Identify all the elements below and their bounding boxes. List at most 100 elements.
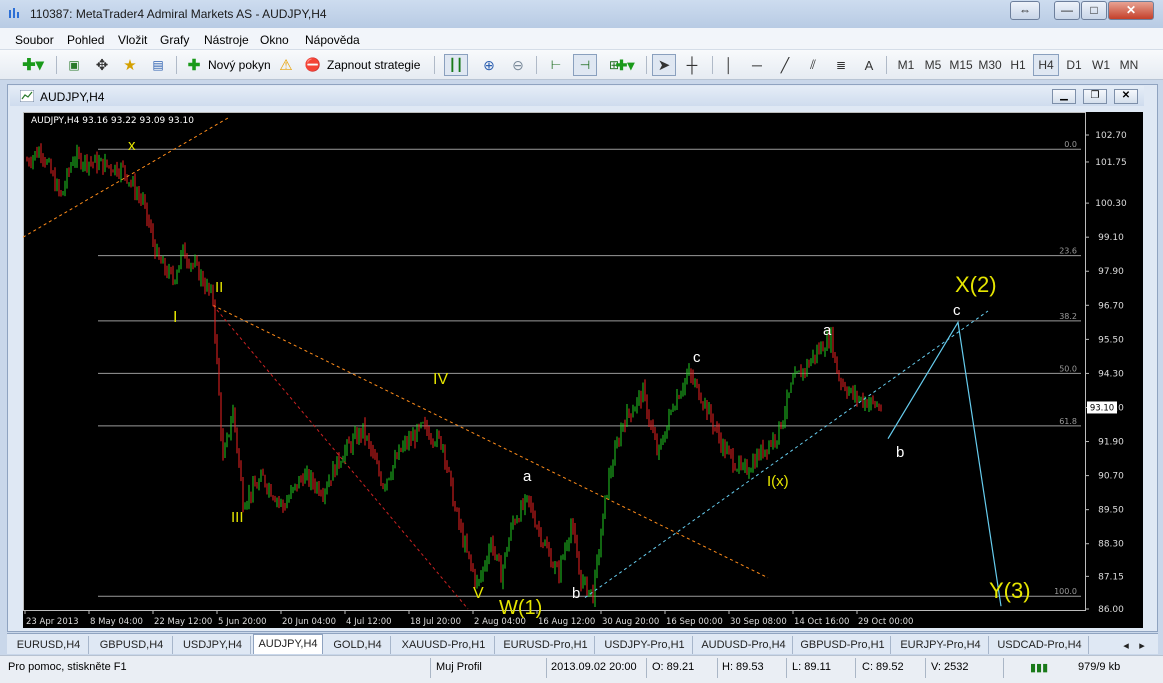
menu-vlozit[interactable]: Vložit (118, 33, 147, 47)
autoscroll-icon[interactable]: ⊣ (573, 54, 597, 76)
wave-label: x (128, 137, 136, 154)
price-tick-label: 87.15 (1098, 572, 1124, 582)
close-button[interactable]: ✕ (1108, 1, 1154, 20)
menu-pohled[interactable]: Pohled (67, 33, 104, 47)
time-tick-label: 20 Jun 04:00 (282, 617, 336, 627)
tab-audjpy-h4[interactable]: AUDJPY,H4 (253, 634, 323, 654)
favorites-star-icon[interactable]: ★ (119, 54, 141, 76)
tab-xauusd-pro-h1[interactable]: XAUUSD-Pro,H1 (393, 636, 495, 654)
autotrading-button[interactable]: Zapnout strategie (327, 58, 420, 72)
indicators-icon[interactable]: ✚▾ (610, 54, 640, 76)
market-watch-icon[interactable]: ▣ (63, 54, 85, 76)
horizontal-line-icon[interactable]: ─ (746, 54, 768, 76)
timeframe-h1[interactable]: H1 (1006, 54, 1030, 76)
vertical-line-icon[interactable]: │ (718, 54, 740, 76)
new-order-button[interactable]: Nový pokyn (208, 58, 271, 72)
time-tick-label: 16 Aug 12:00 (538, 617, 595, 627)
price-tick-label: 97.90 (1098, 267, 1124, 277)
tab-usdjpy-pro-h1[interactable]: USDJPY-Pro,H1 (597, 636, 693, 654)
timeframe-m15[interactable]: M15 (948, 54, 974, 76)
fib-level-label: 100.0 (1054, 587, 1077, 596)
wave-label: IV (433, 371, 448, 388)
chart-shift-icon[interactable]: ⊢ (545, 54, 567, 76)
tab-usdjpy-h4[interactable]: USDJPY,H4 (175, 636, 251, 654)
timeframe-w1[interactable]: W1 (1089, 54, 1113, 76)
new-order-icon[interactable]: ✚ (184, 54, 204, 76)
wave-label: W(1) (499, 597, 542, 619)
menu-grafy[interactable]: Grafy (160, 33, 189, 47)
fib-level-label: 38.2 (1059, 312, 1077, 321)
minimize-button[interactable]: — (1054, 1, 1080, 20)
chart-tabs: EURUSD,H4 GBPUSD,H4 USDJPY,H4 AUDJPY,H4 … (7, 633, 1158, 654)
menu-nastroje[interactable]: Nástroje (204, 33, 249, 47)
trendline-icon[interactable]: ╱ (774, 54, 796, 76)
zoom-out-icon[interactable]: ⊖ (507, 54, 529, 76)
timeframe-m30[interactable]: M30 (977, 54, 1003, 76)
menu-soubor[interactable]: Soubor (15, 33, 54, 47)
tabs-scroll-right-icon[interactable]: ▸ (1135, 636, 1149, 654)
status-datetime: 2013.09.02 20:00 (551, 661, 637, 673)
price-tick-label: 101.75 (1095, 158, 1127, 168)
tab-eurusd-pro-h1[interactable]: EURUSD-Pro,H1 (497, 636, 595, 654)
tab-usdcad-pro-h4[interactable]: USDCAD-Pro,H4 (991, 636, 1089, 654)
tab-gold-h4[interactable]: GOLD,H4 (325, 636, 391, 654)
price-tick-label: 90.70 (1098, 472, 1124, 482)
support-trendline (584, 310, 989, 599)
warning-icon[interactable]: ⚠ (276, 54, 296, 76)
chart-close-button[interactable]: ✕ (1114, 89, 1138, 104)
price-tick-label: 86.00 (1098, 605, 1124, 615)
zoom-in-icon[interactable]: ⊕ (478, 54, 500, 76)
status-open: O: 89.21 (652, 661, 695, 673)
navigator-icon[interactable]: ✥ (91, 54, 113, 76)
fib-level-label: 50.0 (1059, 364, 1077, 373)
status-profile[interactable]: Muj Profil (436, 661, 482, 673)
restore-size-button[interactable]: ⇔ (1010, 1, 1040, 20)
tab-eurjpy-pro-h4[interactable]: EURJPY-Pro,H4 (893, 636, 989, 654)
timeframe-h4[interactable]: H4 (1033, 54, 1059, 76)
wave-label: X(2) (955, 272, 997, 297)
tab-gbpusd-pro-h1[interactable]: GBPUSD-Pro,H1 (795, 636, 891, 654)
tabs-scroll-left-icon[interactable]: ◂ (1119, 636, 1133, 654)
time-tick-label: 4 Jul 12:00 (346, 617, 392, 627)
status-close: C: 89.52 (862, 661, 904, 673)
channel-icon[interactable]: ⫽ (802, 54, 824, 76)
fibonacci-icon[interactable]: ≣ (830, 54, 852, 76)
maximize-button[interactable]: □ (1081, 1, 1107, 20)
new-chart-icon[interactable]: ✚▾ (18, 54, 48, 76)
status-low: L: 89.11 (792, 661, 831, 673)
status-bar: Pro pomoc, stiskněte F1 Muj Profil 2013.… (0, 655, 1163, 683)
price-tick-label: 100.30 (1095, 199, 1127, 209)
menu-okno[interactable]: Okno (260, 33, 289, 47)
fib-level-label: 0.0 (1064, 140, 1077, 149)
menu-napoveda[interactable]: Nápověda (305, 33, 360, 47)
wave-label: a (523, 468, 532, 485)
timeframe-m1[interactable]: M1 (894, 54, 918, 76)
time-tick-label: 5 Jun 20:00 (218, 617, 267, 627)
timeframe-m5[interactable]: M5 (921, 54, 945, 76)
bar-chart-icon[interactable]: ┃┃ (444, 54, 468, 76)
wave-channel-line (212, 304, 469, 610)
cursor-icon[interactable]: ➤ (652, 54, 676, 76)
time-tick-label: 14 Oct 16:00 (794, 617, 849, 627)
chart-restore-button[interactable]: ❐ (1083, 89, 1107, 104)
wave-label: II (215, 279, 223, 296)
time-tick-label: 22 May 12:00 (154, 617, 212, 627)
tab-eurusd-h4[interactable]: EURUSD,H4 (9, 636, 89, 654)
title-bar: 110387: MetaTrader4 Admiral Markets AS -… (0, 0, 1163, 28)
autotrading-icon[interactable]: ⛔ (303, 54, 323, 76)
tab-audusd-pro-h4[interactable]: AUDUSD-Pro,H4 (695, 636, 793, 654)
chart-minimize-button[interactable]: ▁ (1052, 89, 1076, 104)
terminal-icon[interactable]: ▤ (147, 54, 169, 76)
chart-symbol-info: AUDJPY,H4 93.16 93.22 93.09 93.10 (31, 116, 194, 126)
wave-label: c (953, 302, 961, 319)
timeframe-mn[interactable]: MN (1116, 54, 1142, 76)
time-tick-label: 16 Sep 00:00 (666, 617, 723, 627)
window-title: 110387: MetaTrader4 Admiral Markets AS -… (30, 7, 327, 21)
crosshair-icon[interactable]: ┼ (680, 54, 704, 76)
fib-level-label: 61.8 (1059, 417, 1077, 426)
price-chart[interactable]: 0.0 23.6 38.2 50.0 61.8 100.0 102.70 101.75 100.… (23, 112, 1143, 628)
text-tool-button[interactable]: A (858, 54, 880, 76)
time-tick-label: 8 May 04:00 (90, 617, 143, 627)
timeframe-d1[interactable]: D1 (1062, 54, 1086, 76)
tab-gbpusd-h4[interactable]: GBPUSD,H4 (91, 636, 173, 654)
